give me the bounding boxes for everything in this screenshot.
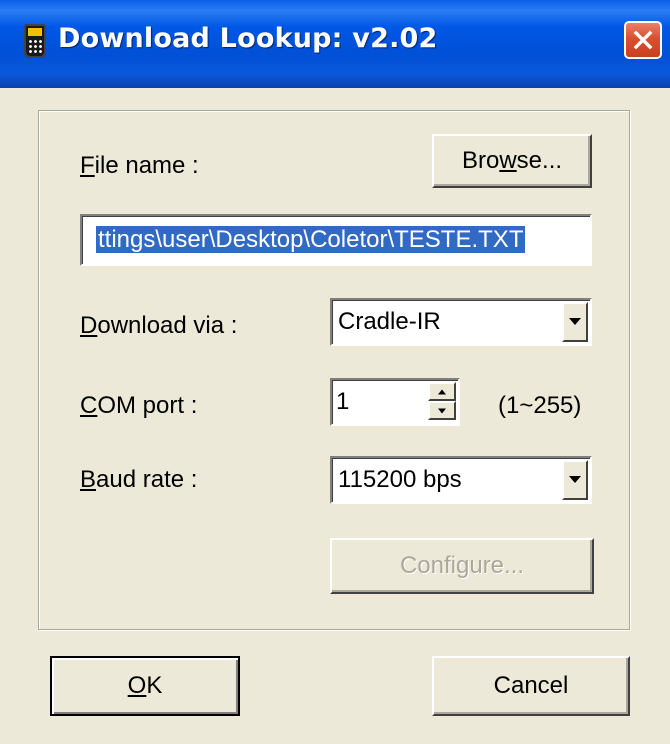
spin-down-icon: [438, 408, 446, 413]
download-via-value: Cradle-IR: [338, 308, 441, 335]
baud-rate-select[interactable]: 115200 bps: [330, 456, 592, 504]
window-title: Download Lookup: v2.02: [58, 23, 438, 54]
com-port-value: 1: [336, 388, 350, 415]
browse-button[interactable]: Browse...: [432, 134, 592, 188]
download-via-select[interactable]: Cradle-IR: [330, 298, 592, 346]
app-icon: [24, 24, 46, 58]
download-via-label: Download via :: [80, 312, 238, 339]
file-name-label: File name :: [80, 152, 199, 179]
com-port-range: (1~255): [498, 392, 582, 419]
close-button[interactable]: [624, 21, 662, 59]
close-icon: [633, 30, 653, 50]
configure-button[interactable]: Configure...: [330, 538, 594, 594]
title-bar[interactable]: Download Lookup: v2.02: [0, 0, 670, 88]
com-port-spin-up[interactable]: [428, 382, 456, 401]
com-port-spin-down[interactable]: [428, 401, 456, 420]
file-path-field[interactable]: ttings\user\Desktop\Coletor\TESTE.TXT: [80, 214, 592, 266]
ok-button[interactable]: OK: [50, 656, 240, 716]
dropdown-arrow-icon: [569, 318, 581, 325]
cancel-button[interactable]: Cancel: [432, 656, 630, 716]
dialog-window: Download Lookup: v2.02 File name : Brows…: [0, 0, 670, 744]
baud-rate-dropdown-button[interactable]: [562, 460, 588, 500]
dropdown-arrow-icon: [569, 476, 581, 483]
com-port-input[interactable]: 1: [330, 378, 460, 426]
download-via-dropdown-button[interactable]: [562, 302, 588, 342]
spin-up-icon: [438, 389, 446, 394]
file-path-text: ttings\user\Desktop\Coletor\TESTE.TXT: [96, 226, 526, 253]
com-port-label: COM port :: [80, 392, 198, 419]
baud-rate-label: Baud rate :: [80, 466, 198, 493]
baud-rate-value: 115200 bps: [338, 466, 462, 493]
